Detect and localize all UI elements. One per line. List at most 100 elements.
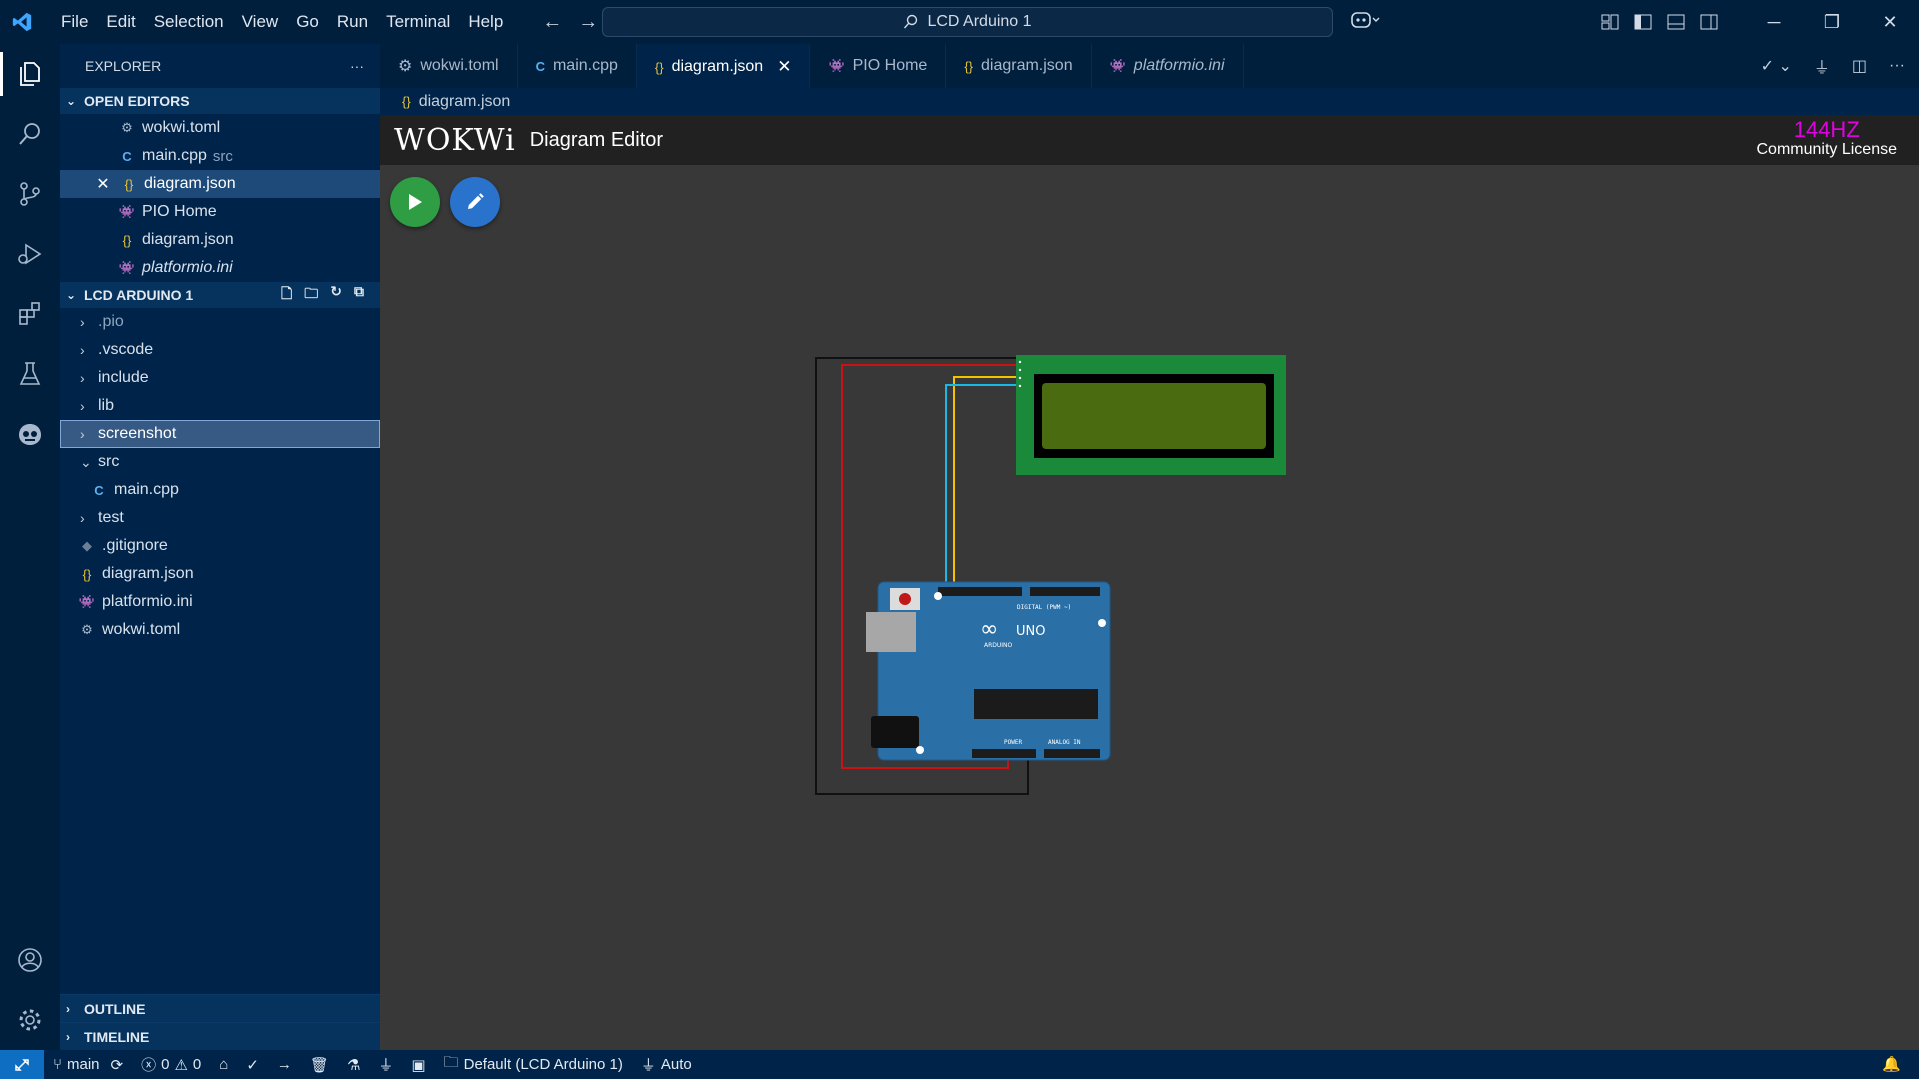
close-icon[interactable]: ✕ xyxy=(777,57,791,77)
toggle-secondary-sidebar-icon[interactable] xyxy=(1692,14,1725,30)
project-environment[interactable]: 🗀 Default (LCD Arduino 1) xyxy=(435,1052,632,1077)
menu-file[interactable]: File xyxy=(52,0,97,44)
open-editor-item[interactable]: {} diagram.json xyxy=(60,226,380,254)
diagram-canvas[interactable]: ∞ UNO ARDUINO DIGITAL (PWM ~) POWER ANAL… xyxy=(380,115,1919,1050)
git-icon: ◆ xyxy=(82,538,92,553)
testing-icon[interactable] xyxy=(0,344,60,404)
copilot-icon[interactable] xyxy=(1350,10,1380,35)
more-actions-icon[interactable]: ··· xyxy=(350,58,364,74)
tab-pio-home[interactable]: 👾 PIO Home xyxy=(810,44,947,88)
open-editors-header[interactable]: ⌄ OPEN EDITORS xyxy=(60,88,380,114)
forward-arrow-icon[interactable]: → xyxy=(578,11,598,34)
tree-folder[interactable]: › screenshot xyxy=(60,420,380,448)
close-icon[interactable]: ✕ xyxy=(92,174,114,194)
tree-file[interactable]: ⚙ wokwi.toml xyxy=(60,616,380,644)
project-label: LCD ARDUINO 1 xyxy=(84,287,194,303)
pio-upload-icon[interactable]: → xyxy=(268,1056,301,1073)
plug-icon[interactable]: ⏚ xyxy=(1814,54,1830,78)
menu-terminal[interactable]: Terminal xyxy=(377,0,459,44)
platformio-icon[interactable] xyxy=(0,404,60,464)
pio-serial-monitor-icon[interactable]: ⏚ xyxy=(369,1054,402,1075)
run-debug-icon[interactable] xyxy=(0,224,60,284)
check-icon[interactable]: ✓ ⌄ xyxy=(1761,56,1792,76)
menu-view[interactable]: View xyxy=(233,0,288,44)
open-editor-item[interactable]: ⚙ wokwi.toml xyxy=(60,114,380,142)
tree-file[interactable]: C main.cpp xyxy=(60,476,380,504)
tab-main-cpp[interactable]: C main.cpp xyxy=(518,44,637,88)
lcd-1602-display[interactable] xyxy=(1016,355,1286,475)
vscode-logo-icon xyxy=(0,0,44,44)
more-actions-icon[interactable]: ··· xyxy=(1889,57,1905,75)
pio-terminal-icon[interactable]: ▣ xyxy=(402,1056,434,1074)
account-icon[interactable] xyxy=(0,930,60,990)
sda-wire[interactable] xyxy=(953,376,1016,596)
close-window-button[interactable]: ✕ xyxy=(1861,0,1919,44)
upload-port[interactable]: ⏚ Auto xyxy=(632,1054,701,1075)
atmega-chip xyxy=(974,689,1098,719)
toggle-panel-icon[interactable] xyxy=(1659,14,1692,30)
explorer-header: EXPLORER ··· xyxy=(60,44,380,88)
menu-run[interactable]: Run xyxy=(328,0,377,44)
tab-platformio-ini[interactable]: 👾 platformio.ini xyxy=(1092,44,1244,88)
tree-file[interactable]: 👾 platformio.ini xyxy=(60,588,380,616)
timeline-header[interactable]: › TIMELINE xyxy=(60,1022,380,1050)
menu-selection[interactable]: Selection xyxy=(145,0,233,44)
pencil-icon xyxy=(468,193,484,209)
open-editor-item[interactable]: C main.cpp src xyxy=(60,142,380,170)
pio-test-icon[interactable]: ⚗ xyxy=(338,1056,369,1074)
tree-file[interactable]: ◆ .gitignore xyxy=(60,532,380,560)
explorer-icon[interactable] xyxy=(0,44,60,104)
new-folder-icon[interactable]: 🗀 xyxy=(304,283,318,307)
pio-build-icon[interactable]: ✓ xyxy=(237,1056,268,1074)
tree-folder[interactable]: ⌄ src xyxy=(60,448,380,476)
tree-file[interactable]: {} diagram.json xyxy=(60,560,380,588)
tree-folder[interactable]: › test xyxy=(60,504,380,532)
breadcrumb-item[interactable]: diagram.json xyxy=(419,93,511,111)
arduino-uno-board[interactable]: ∞ UNO ARDUINO DIGITAL (PWM ~) POWER ANAL… xyxy=(866,581,1111,761)
restore-button[interactable]: ❐ xyxy=(1803,0,1861,44)
open-editor-desc: src xyxy=(212,147,233,165)
back-arrow-icon[interactable]: ← xyxy=(542,11,562,34)
minimize-button[interactable]: ─ xyxy=(1745,0,1803,44)
split-editor-icon[interactable]: ◫ xyxy=(1852,56,1867,76)
tree-folder[interactable]: › include xyxy=(60,364,380,392)
extensions-icon[interactable] xyxy=(0,284,60,344)
start-simulation-button[interactable] xyxy=(390,177,440,227)
pio-home-icon[interactable]: ⌂ xyxy=(210,1056,237,1073)
open-editor-item[interactable]: 👾 PIO Home xyxy=(60,198,380,226)
outline-header[interactable]: › OUTLINE xyxy=(60,994,380,1022)
collapse-all-icon[interactable]: ⧉ xyxy=(354,283,364,307)
tab-diagram-json[interactable]: {} diagram.json xyxy=(946,44,1092,88)
customize-layout-icon[interactable] xyxy=(1593,14,1626,30)
tree-folder[interactable]: › .pio xyxy=(60,308,380,336)
project-header[interactable]: ⌄ LCD ARDUINO 1 🗋 🗀 ↻ ⧉ xyxy=(60,282,380,308)
edit-diagram-button[interactable] xyxy=(450,177,500,227)
refresh-icon[interactable]: ↻ xyxy=(330,283,342,307)
sync-icon[interactable]: ⟳ xyxy=(111,1056,124,1074)
branch-name: main xyxy=(67,1056,100,1073)
source-control-icon[interactable] xyxy=(0,164,60,224)
tab-diagram-json-active[interactable]: {} diagram.json ✕ xyxy=(636,44,811,88)
toggle-primary-sidebar-icon[interactable] xyxy=(1626,14,1659,30)
tree-folder[interactable]: › .vscode xyxy=(60,336,380,364)
command-center-search[interactable]: LCD Arduino 1 xyxy=(602,7,1333,37)
notifications-bell-icon[interactable]: 🔔 xyxy=(1882,1055,1901,1073)
json-icon: {} xyxy=(402,94,411,109)
tree-label: platformio.ini xyxy=(102,593,193,610)
open-editor-item[interactable]: 👾 platformio.ini xyxy=(60,254,380,282)
menu-go[interactable]: Go xyxy=(287,0,328,44)
settings-gear-icon[interactable] xyxy=(0,990,60,1050)
tree-folder[interactable]: › lib xyxy=(60,392,380,420)
new-file-icon[interactable]: 🗋 xyxy=(281,283,292,307)
menu-help[interactable]: Help xyxy=(459,0,512,44)
open-editor-item[interactable]: ✕ {} diagram.json xyxy=(60,170,380,198)
wokwi-diagram-editor: ∞ UNO ARDUINO DIGITAL (PWM ~) POWER ANAL… xyxy=(380,115,1919,1050)
problems-indicator[interactable]: ⓧ 0 ⚠ 0 xyxy=(132,1054,210,1075)
tab-wokwi-toml[interactable]: ⚙ wokwi.toml xyxy=(380,44,518,88)
git-branch[interactable]: ⑂ main ⟳ xyxy=(44,1056,132,1074)
menu-edit[interactable]: Edit xyxy=(97,0,144,44)
pio-clean-icon[interactable]: 🗑 xyxy=(301,1056,338,1074)
scl-wire[interactable] xyxy=(945,384,1016,596)
search-icon[interactable] xyxy=(0,104,60,164)
remote-indicator-icon[interactable] xyxy=(0,1050,44,1079)
